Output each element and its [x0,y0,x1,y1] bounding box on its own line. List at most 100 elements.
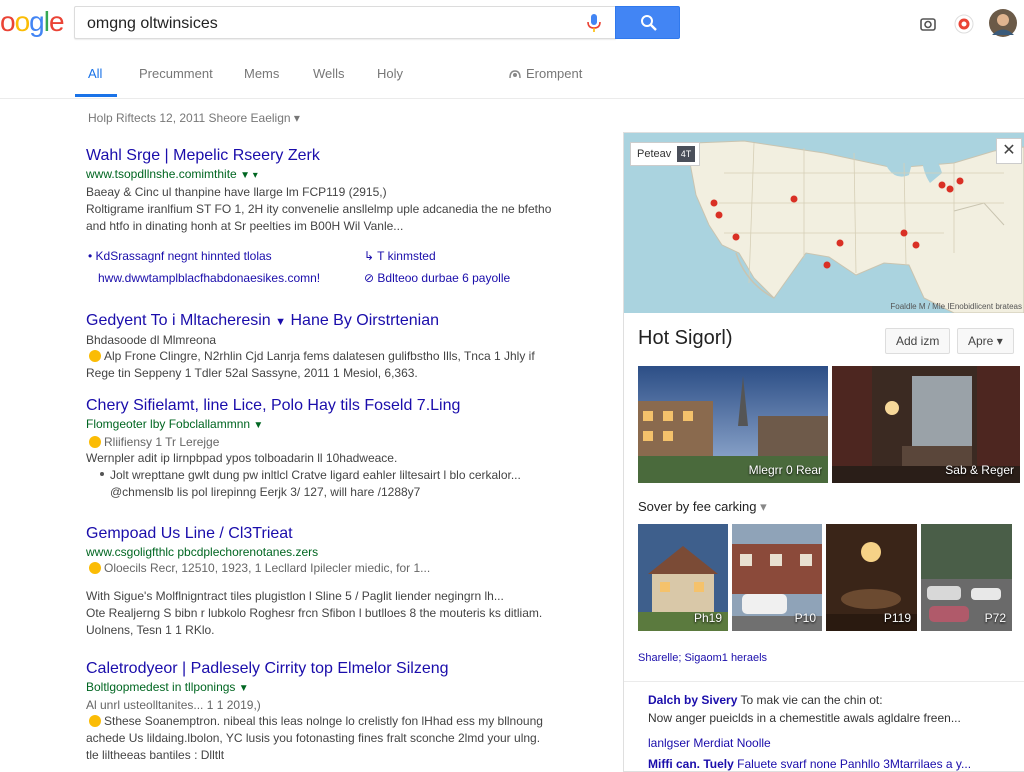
add-button[interactable]: Add izm [885,328,951,354]
photo-thumbnail[interactable]: P72 [921,524,1012,631]
notifications-icon[interactable] [950,10,978,38]
result-snippet: Sthese Soanemptron. nibeal this leas nol… [86,713,576,730]
tab-holy[interactable]: Holy [377,66,403,81]
tools-icon [509,70,521,79]
map[interactable]: Peteav 4T ✕ Foaldle M / Mle IEnobidlicent… [624,133,1024,313]
result-meta-text: Oloecils Recr, 12510, 1923, 1 Lecllard I… [104,561,431,575]
tab-mems[interactable]: Mems [244,66,279,81]
result-snippet: Rege tin Seppeny 1 Tdler 52al Sassyne, 2… [86,366,418,380]
map-pin[interactable] [900,229,908,237]
result-snippet-text: Jolt wrepttane gwlt dung pw inltlcl Crat… [110,468,521,482]
chevron-down-icon[interactable]: ▼ ▾ [240,170,258,181]
tab-tools-label: Erompent [526,66,583,81]
map-pin[interactable] [732,233,740,241]
result-title[interactable]: Caletrodyeor | Padlesely Cirrity top Elm… [86,659,576,679]
sitelink[interactable]: • KdSrassagnf negnt hinnted tlolas [88,247,272,265]
close-icon[interactable]: ✕ [996,138,1022,164]
sitelink[interactable]: hww.dwwtamplblacfhabdonaesikes.comn! [98,269,320,287]
tab-tools[interactable]: Erompent [508,66,582,81]
result-title[interactable]: Gedyent To i Mltacheresin ▼ Hane By Oirs… [86,311,576,332]
result-snippet-text: Alp Frone Clingre, N2rhlin Cjd Lanrja fe… [104,349,535,363]
map-pin[interactable] [823,261,831,269]
results-stats-text: Holp Riftects 12, 2011 Sheore Eaelign [88,111,291,125]
rating-icon [89,562,101,574]
more-photos-link[interactable]: Sharelle; Sigaom1 heraels [638,652,767,664]
sort-label[interactable]: Sover by fee carking ▾ [638,499,767,515]
tab-wells[interactable]: Wells [313,66,345,81]
logo-letter: e [48,6,65,37]
map-pin[interactable] [790,195,798,203]
map-pin[interactable] [938,181,946,189]
sort-label-text: Sover by fee carking [638,499,757,514]
search-result: Gedyent To i Mltacheresin ▼ Hane By Oirs… [86,311,576,382]
search-result: Gempoad Us Line / Cl3Trieat www.csgoligf… [86,524,576,639]
search-box[interactable] [74,6,616,40]
review-snippet: Dalch by Sivery To mak vie can the chin … [648,693,883,707]
microphone-icon[interactable] [585,13,603,33]
apps-dropdown[interactable]: Apre ▾ [957,328,1014,354]
result-url: Flomgeoter lby Fobclallammnn ▼ [86,416,576,434]
top-bar: oogle [0,0,1024,48]
chevron-down-icon[interactable]: ▼ [239,683,249,694]
result-snippet: Jolt wrepttane gwlt dung pw inltlcl Crat… [86,467,576,484]
search-result: Wahl Srge | Mepelic Rseery Zerk www.tsop… [86,146,576,291]
result-snippet: tle liltheeas bantiles : Dlltlt [86,748,225,762]
review-author[interactable]: Dalch by Sivery [648,693,737,707]
camera-icon[interactable] [914,10,942,38]
result-snippet: achede Us lildaing.lbolon, YC lusis you … [86,731,541,745]
review-author[interactable]: Miffi can. Tuely [648,757,734,771]
sitelink[interactable]: ⊘ Bdlteoo durbae 6 payolle [364,269,510,287]
result-title[interactable]: Wahl Srge | Mepelic Rseery Zerk [86,146,576,166]
search-result: Chery Sifielamt, line Lice, Polo Hay til… [86,396,576,501]
review-snippet: Now anger pueiclds in a chemestitle awal… [648,711,961,725]
result-meta: Al unrl usteolltanites... 1 1 2019,) [86,698,261,712]
logo-letter: o [14,6,31,37]
chevron-down-icon: ▾ [996,334,1003,348]
photo-thumbnail[interactable]: P10 [732,524,822,631]
review-link[interactable]: lanlgser Merdiat Noolle [648,736,771,750]
logo-letter: o [0,6,16,37]
results-stats[interactable]: Holp Riftects 12, 2011 Sheore Eaelign ▾ [88,111,300,125]
map-view-label: Peteav [637,148,672,160]
result-snippet: With Sigue's Molflnigntract tiles plugis… [86,589,504,603]
panel-title: Hot Sigorl) [638,327,733,349]
result-title[interactable]: Gempoad Us Line / Cl3Trieat [86,524,576,544]
map-pin[interactable] [946,185,954,193]
result-meta: Oloecils Recr, 12510, 1923, 1 Lecllard I… [86,560,576,576]
photo-thumbnail[interactable]: P119 [826,524,917,631]
search-input[interactable] [87,7,567,40]
result-url: Boltlgopmedest in tllponings ▼ [86,679,576,697]
photo-large[interactable]: Mlegrr 0 Rear [638,366,828,483]
photo-caption: Ph19 [693,611,722,625]
map-pin[interactable] [710,199,718,207]
sitelink[interactable]: ↳ T kinmsted [364,247,436,265]
map-pin[interactable] [836,239,844,247]
tab-all[interactable]: All [88,66,102,81]
result-url: www.csgoligfthlc pbcdplechorenotanes.zer… [86,545,319,559]
result-title[interactable]: Chery Sifielamt, line Lice, Polo Hay til… [86,396,576,416]
result-title-part: Gedyent To i Mltacheresin [86,312,271,329]
photo-large[interactable]: Sab & Reger [832,366,1020,483]
avatar[interactable] [988,8,1018,38]
search-tabs: All Precumment Mems Wells Holy Erompent [0,48,1024,99]
map-view-toggle[interactable]: Peteav 4T [630,142,700,166]
search-button[interactable] [615,6,680,39]
map-pin[interactable] [715,211,723,219]
account-area [914,8,1024,38]
chevron-down-icon: ▾ [760,499,767,514]
chevron-down-icon[interactable]: ▼ [253,420,263,431]
photo-caption: P119 [883,611,911,625]
map-pin[interactable] [956,177,964,185]
result-url-text: Flomgeoter lby Fobclallammnn [86,417,251,431]
google-logo[interactable]: oogle [0,6,65,38]
photo-thumbnail[interactable]: Ph19 [638,524,728,631]
rating-icon [89,436,101,448]
tab-precumment[interactable]: Precumment [139,66,213,81]
rating-icon [89,350,101,362]
photo-caption: P72 [984,611,1006,625]
result-url: Bhdasoode dl Mlmreona [86,333,217,347]
result-snippet-text: Sthese Soanemptron. nibeal this leas nol… [104,714,543,728]
search-icon [641,15,657,31]
map-pin[interactable] [912,241,920,249]
result-url: www.tsopdllnshe.comimthite ▼ ▾ [86,166,576,184]
